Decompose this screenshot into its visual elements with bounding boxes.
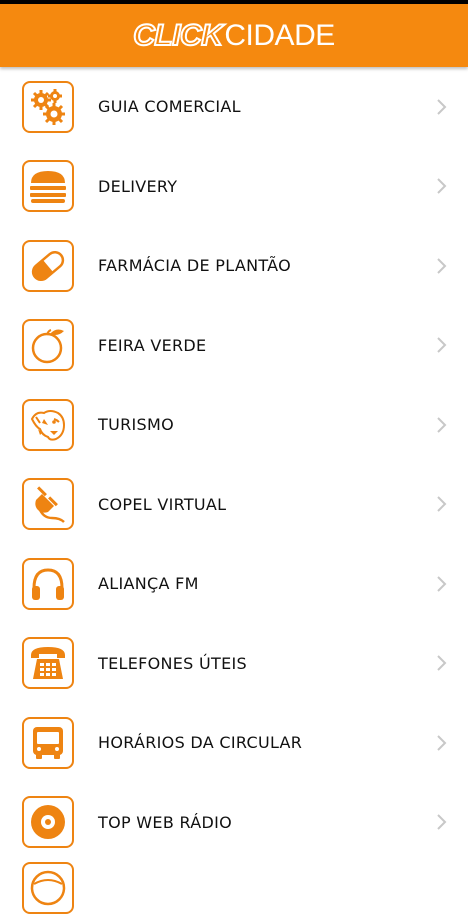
globe-icon <box>22 862 74 914</box>
menu-list: GUIA COMERCIAL DELIVERY FARMÁCIA DE PLAN… <box>0 67 468 914</box>
app-logo: CLICK CIDADE <box>132 18 335 53</box>
menu-item-label: DELIVERY <box>98 176 178 196</box>
chevron-right-icon <box>437 99 447 115</box>
app-header: CLICK CIDADE <box>0 4 468 67</box>
menu-item-label: ALIANÇA FM <box>98 574 199 594</box>
orange-fruit-icon <box>22 319 74 372</box>
menu-item-telefones-uteis[interactable]: TELEFONES ÚTEIS <box>0 624 468 704</box>
chevron-right-icon <box>437 814 447 830</box>
menu-item-label: TELEFONES ÚTEIS <box>98 653 247 673</box>
menu-item-feira-verde[interactable]: FEIRA VERDE <box>0 306 468 386</box>
pill-icon <box>22 239 74 292</box>
chevron-right-icon <box>437 417 447 433</box>
menu-item-farmacia-de-plantao[interactable]: FARMÁCIA DE PLANTÃO <box>0 226 468 306</box>
burger-icon <box>22 160 74 213</box>
chevron-right-icon <box>437 576 447 592</box>
chevron-right-icon <box>437 258 447 274</box>
menu-item-partial[interactable] <box>0 862 468 914</box>
menu-item-horarios-da-circular[interactable]: HORÁRIOS DA CIRCULAR <box>0 703 468 783</box>
menu-item-top-web-radio[interactable]: TOP WEB RÁDIO <box>0 783 468 863</box>
gears-icon <box>22 80 74 133</box>
jaguar-icon <box>22 398 74 451</box>
menu-item-alianca-fm[interactable]: ALIANÇA FM <box>0 544 468 624</box>
chevron-right-icon <box>437 178 447 194</box>
plug-icon <box>22 478 74 531</box>
menu-item-label: TOP WEB RÁDIO <box>98 812 233 832</box>
disc-icon <box>22 796 74 849</box>
menu-item-label: HORÁRIOS DA CIRCULAR <box>98 733 303 753</box>
menu-item-label: GUIA COMERCIAL <box>98 97 241 117</box>
chevron-right-icon <box>437 655 447 671</box>
menu-item-copel-virtual[interactable]: COPEL VIRTUAL <box>0 465 468 545</box>
telephone-icon <box>22 637 74 690</box>
logo-click-text: CLICK <box>132 18 224 53</box>
chevron-right-icon <box>437 735 447 751</box>
menu-item-label: TURISMO <box>98 415 174 435</box>
bus-icon <box>22 716 74 769</box>
menu-item-delivery[interactable]: DELIVERY <box>0 147 468 227</box>
chevron-right-icon <box>437 337 447 353</box>
headphones-icon <box>22 557 74 610</box>
chevron-right-icon <box>437 496 447 512</box>
menu-item-turismo[interactable]: TURISMO <box>0 385 468 465</box>
menu-item-label: FARMÁCIA DE PLANTÃO <box>98 256 292 276</box>
menu-item-label: COPEL VIRTUAL <box>98 494 227 514</box>
logo-cidade-text: CIDADE <box>224 18 335 52</box>
menu-item-guia-comercial[interactable]: GUIA COMERCIAL <box>0 67 468 147</box>
menu-item-label: FEIRA VERDE <box>98 335 207 355</box>
